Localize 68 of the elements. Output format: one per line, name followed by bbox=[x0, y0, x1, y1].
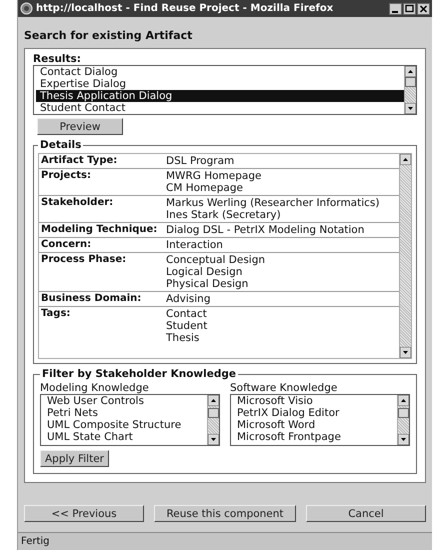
detail-value: Contact bbox=[166, 308, 208, 320]
list-caption: Modeling Knowledge bbox=[40, 382, 150, 394]
apply-filter-button[interactable]: Apply Filter bbox=[40, 450, 109, 467]
status-text: Fertig bbox=[21, 536, 50, 547]
detail-label: Process Phase: bbox=[41, 254, 128, 267]
result-item[interactable]: Contact Dialog bbox=[36, 66, 404, 78]
detail-label: Business Domain: bbox=[41, 293, 142, 305]
result-item[interactable]: Thesis Application Dialog bbox=[36, 90, 404, 102]
list-item[interactable]: Petri Nets bbox=[43, 407, 207, 419]
detail-value: Student bbox=[166, 320, 208, 332]
window-title: http://localhost - Find Reuse Project - Mozilla Firefox bbox=[36, 3, 334, 14]
results-label: Results: bbox=[33, 53, 82, 65]
scroll-down-icon[interactable] bbox=[398, 434, 409, 445]
details-legend: Details bbox=[38, 139, 84, 151]
list-item[interactable]: Microsoft Frontpage bbox=[233, 431, 397, 443]
close-icon[interactable] bbox=[417, 2, 430, 14]
scroll-down-icon[interactable] bbox=[208, 434, 219, 445]
dialog-heading: Search for existing Artifact bbox=[23, 28, 194, 44]
detail-value: Interaction bbox=[166, 239, 224, 251]
detail-value: MWRG Homepage bbox=[166, 170, 262, 182]
scroll-up-icon[interactable] bbox=[208, 395, 219, 406]
detail-value: CM Homepage bbox=[166, 182, 244, 194]
detail-label: Stakeholder: bbox=[41, 197, 114, 210]
scroll-down-icon[interactable] bbox=[400, 347, 411, 358]
scroll-thumb[interactable] bbox=[405, 77, 416, 87]
maximize-icon[interactable] bbox=[403, 2, 416, 14]
detail-value: Thesis bbox=[166, 332, 200, 344]
scrollbar[interactable] bbox=[397, 395, 409, 445]
list-item[interactable]: UML Composite Structure bbox=[43, 419, 207, 431]
scroll-up-icon[interactable] bbox=[400, 154, 411, 165]
scroll-up-icon[interactable] bbox=[405, 66, 416, 77]
scroll-thumb[interactable] bbox=[208, 408, 219, 418]
scroll-thumb[interactable] bbox=[398, 408, 409, 418]
scrollbar[interactable] bbox=[399, 154, 411, 358]
detail-value: Dialog DSL - PetrIX Modeling Notation bbox=[166, 224, 366, 236]
scrollbar[interactable] bbox=[404, 66, 416, 114]
knowledge-list[interactable]: Web User Controls Petri Nets UML Composite Structure UML State Chart bbox=[40, 394, 220, 446]
list-item[interactable]: PetrIX Dialog Editor bbox=[233, 407, 397, 419]
filter-legend: Filter by Stakeholder Knowledge bbox=[40, 368, 238, 380]
result-item[interactable]: Expertise Dialog bbox=[36, 78, 404, 90]
detail-value: Physical Design bbox=[166, 278, 250, 290]
dialog-button[interactable]: Cancel bbox=[306, 505, 426, 522]
minimize-icon[interactable] bbox=[389, 2, 402, 14]
scroll-down-icon[interactable] bbox=[405, 103, 416, 114]
knowledge-list[interactable]: Microsoft Visio PetrIX Dialog Editor Microsoft Word Microsoft Frontpage bbox=[230, 394, 410, 446]
list-item[interactable]: Microsoft Visio bbox=[233, 395, 397, 407]
list-item[interactable]: Web User Controls bbox=[43, 395, 207, 407]
detail-label: Artifact Type: bbox=[41, 155, 118, 167]
results-list[interactable]: Contact Dialog Expertise Dialog Thesis Application Dialog Student Contact bbox=[33, 65, 417, 115]
scrollbar[interactable] bbox=[207, 395, 219, 445]
list-caption: Software Knowledge bbox=[230, 382, 338, 394]
detail-label: Modeling Technique: bbox=[41, 224, 158, 236]
dialog-button[interactable]: << Previous bbox=[24, 505, 144, 522]
detail-label: Tags: bbox=[41, 308, 72, 321]
result-item[interactable]: Student Contact bbox=[36, 102, 404, 114]
detail-value: Logical Design bbox=[166, 266, 244, 278]
scroll-up-icon[interactable] bbox=[398, 395, 409, 406]
dialog-button[interactable]: Reuse this component bbox=[154, 505, 296, 522]
preview-button[interactable]: Preview bbox=[37, 118, 123, 135]
detail-value: Conceptual Design bbox=[166, 254, 266, 266]
list-item[interactable]: Microsoft Word bbox=[233, 419, 397, 431]
detail-value: Ines Stark (Secretary) bbox=[166, 209, 282, 221]
detail-value: DSL Program bbox=[166, 155, 236, 167]
detail-value: Markus Werling (Researcher Informatics) bbox=[166, 197, 380, 209]
list-item[interactable]: UML State Chart bbox=[43, 431, 207, 443]
detail-value: Advising bbox=[166, 293, 212, 305]
detail-label: Projects: bbox=[41, 170, 92, 183]
detail-label: Concern: bbox=[41, 239, 92, 251]
